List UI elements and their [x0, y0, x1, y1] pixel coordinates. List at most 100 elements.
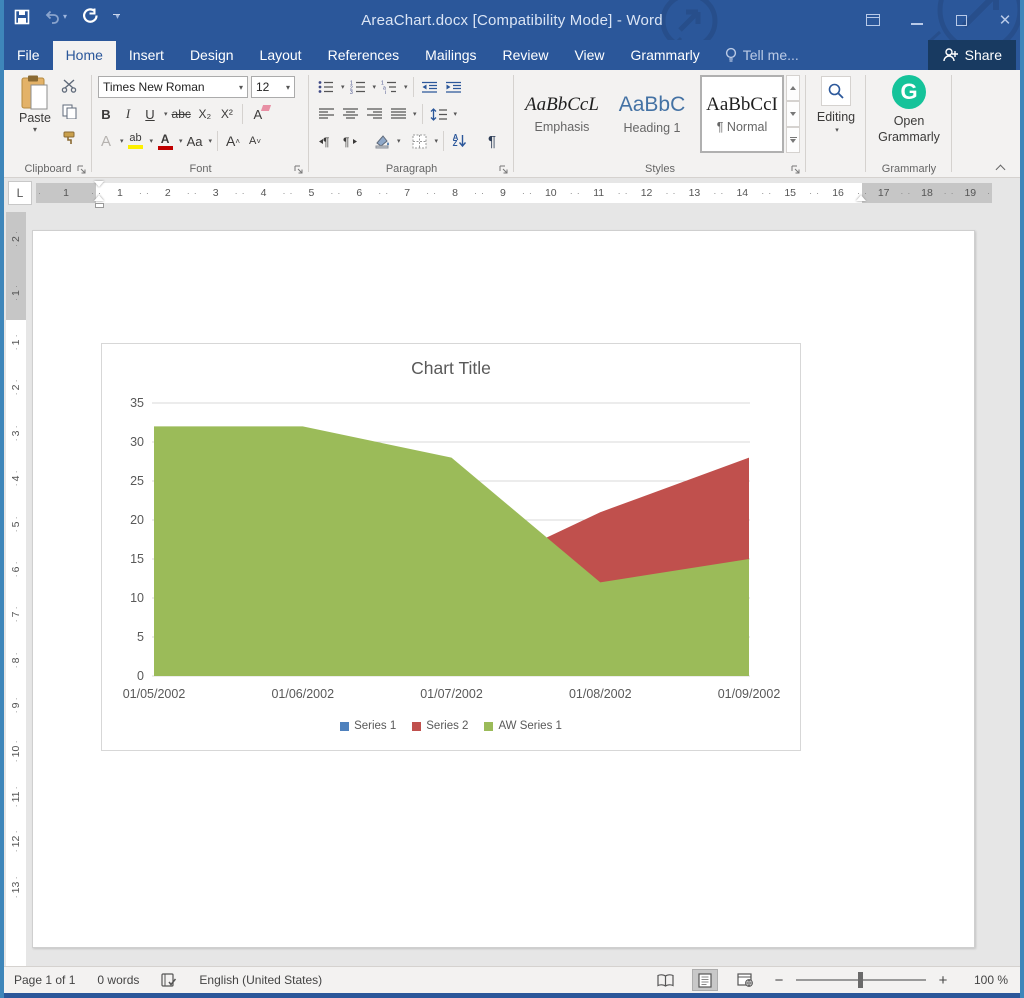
zoom-out-button[interactable]: −: [772, 972, 786, 989]
left-indent-marker[interactable]: [95, 203, 104, 208]
tab-insert[interactable]: Insert: [116, 41, 177, 70]
zoom-level[interactable]: 100 %: [964, 973, 1008, 987]
chart-object[interactable]: Chart Title 0510152025303501/05/200201/0…: [101, 343, 801, 751]
text-effects-button[interactable]: A: [96, 130, 116, 152]
legend-item[interactable]: Series 1: [340, 720, 396, 732]
right-indent-marker[interactable]: [856, 195, 866, 201]
tab-home[interactable]: Home: [53, 41, 116, 70]
read-mode-button[interactable]: [652, 969, 678, 991]
underline-caret-icon[interactable]: ▾: [164, 110, 168, 118]
strikethrough-button[interactable]: abc: [170, 103, 193, 125]
tab-references[interactable]: References: [315, 41, 413, 70]
share-button[interactable]: Share: [928, 40, 1016, 70]
page-indicator[interactable]: Page 1 of 1: [14, 973, 75, 987]
tab-view[interactable]: View: [561, 41, 617, 70]
line-spacing-button[interactable]: [428, 103, 450, 125]
document-page[interactable]: Chart Title 0510152025303501/05/200201/0…: [32, 230, 975, 948]
bullet-list-caret-icon[interactable]: ▾: [341, 83, 345, 91]
underline-button[interactable]: U: [140, 103, 160, 125]
borders-caret-icon[interactable]: ▾: [435, 137, 439, 145]
tab-layout[interactable]: Layout: [247, 41, 315, 70]
bullet-list-button[interactable]: [315, 76, 337, 98]
highlight-button[interactable]: ab: [126, 130, 146, 152]
paste-button[interactable]: Paste ▾: [12, 75, 58, 161]
tab-file[interactable]: File: [4, 41, 53, 70]
styles-scroll-down-icon[interactable]: [786, 101, 800, 127]
text-effects-caret-icon[interactable]: ▾: [120, 137, 124, 145]
tell-me-box[interactable]: Tell me...: [713, 41, 811, 70]
bold-button[interactable]: B: [96, 103, 116, 125]
left-to-right-button[interactable]: ¶: [315, 130, 337, 152]
subscript-button[interactable]: X₂: [195, 103, 215, 125]
tab-grammarly[interactable]: Grammarly: [618, 41, 713, 70]
shading-caret-icon[interactable]: ▾: [397, 137, 401, 145]
borders-button[interactable]: [409, 130, 431, 152]
vertical-ruler[interactable]: ·2··1· ·1··2··3··4··5··6··7··8··9··10··1…: [6, 212, 26, 966]
font-color-button[interactable]: A: [155, 130, 175, 152]
tab-selector[interactable]: L: [8, 181, 32, 205]
decrease-indent-button[interactable]: [419, 76, 441, 98]
clear-formatting-button[interactable]: A: [248, 103, 268, 125]
right-to-left-button[interactable]: ¶: [339, 130, 361, 152]
shading-button[interactable]: [371, 130, 393, 152]
multilevel-list-caret-icon[interactable]: ▾: [404, 83, 408, 91]
cut-button[interactable]: [60, 78, 78, 94]
clipboard-dialog-launcher-icon[interactable]: [77, 165, 86, 174]
numbered-list-caret-icon[interactable]: ▾: [373, 83, 377, 91]
multilevel-list-button[interactable]: 1ai: [378, 76, 400, 98]
font-size-combo[interactable]: 12 ▾: [251, 76, 295, 98]
maximize-icon[interactable]: [952, 11, 970, 29]
show-hide-formatting-button[interactable]: ¶: [481, 130, 503, 152]
styles-more-icon[interactable]: [786, 127, 800, 153]
copy-button[interactable]: [60, 103, 78, 120]
paragraph-dialog-launcher-icon[interactable]: [499, 165, 508, 174]
horizontal-ruler[interactable]: ·1· ·1··2··3··4··5··6··7··8··9··10··11··…: [36, 183, 992, 203]
open-grammarly-button[interactable]: G Open Grammarly: [874, 75, 944, 146]
hanging-indent-marker[interactable]: [94, 195, 104, 201]
align-left-button[interactable]: [315, 103, 337, 125]
style-normal[interactable]: AaBbCcI ¶ Normal: [700, 75, 784, 153]
shrink-font-button[interactable]: A˅: [245, 130, 265, 152]
font-name-combo[interactable]: Times New Roman ▾: [98, 76, 248, 98]
increase-indent-button[interactable]: [443, 76, 465, 98]
styles-dialog-launcher-icon[interactable]: [791, 165, 800, 174]
zoom-slider-thumb[interactable]: [858, 972, 863, 988]
style-heading1[interactable]: AaBbC Heading 1: [610, 75, 694, 153]
format-painter-button[interactable]: [60, 129, 78, 146]
legend-item[interactable]: AW Series 1: [484, 720, 561, 732]
highlight-caret-icon[interactable]: ▾: [150, 137, 154, 145]
italic-button[interactable]: I: [118, 103, 138, 125]
legend-item[interactable]: Series 2: [412, 720, 468, 732]
minimize-icon[interactable]: [908, 11, 926, 29]
tab-review[interactable]: Review: [490, 41, 562, 70]
collapse-ribbon-icon[interactable]: [996, 163, 1006, 173]
zoom-slider[interactable]: [796, 979, 926, 981]
tab-design[interactable]: Design: [177, 41, 247, 70]
web-layout-button[interactable]: [732, 969, 758, 991]
style-emphasis[interactable]: AaBbCcL Emphasis: [520, 75, 604, 153]
superscript-button[interactable]: X²: [217, 103, 237, 125]
zoom-in-button[interactable]: +: [936, 972, 950, 989]
align-right-button[interactable]: [363, 103, 385, 125]
tab-mailings[interactable]: Mailings: [412, 41, 489, 70]
word-count[interactable]: 0 words: [97, 973, 139, 987]
numbered-list-button[interactable]: 123: [347, 76, 369, 98]
ribbon-display-options-icon[interactable]: [864, 11, 882, 29]
proofing-status-icon[interactable]: [161, 973, 177, 988]
editing-button[interactable]: Editing ▾: [815, 76, 857, 134]
first-line-indent-marker[interactable]: [94, 181, 104, 187]
sort-button[interactable]: AZ: [449, 130, 471, 152]
styles-scroll-up-icon[interactable]: [786, 75, 800, 101]
font-dialog-launcher-icon[interactable]: [294, 165, 303, 174]
grow-font-button[interactable]: A˄: [223, 130, 243, 152]
justify-caret-icon[interactable]: ▾: [413, 110, 417, 118]
change-case-button[interactable]: Aa: [185, 130, 205, 152]
print-layout-button[interactable]: [692, 969, 718, 991]
font-color-caret-icon[interactable]: ▾: [179, 137, 183, 145]
line-spacing-caret-icon[interactable]: ▾: [454, 110, 458, 118]
align-center-button[interactable]: [339, 103, 361, 125]
justify-button[interactable]: [387, 103, 409, 125]
language-indicator[interactable]: English (United States): [199, 973, 322, 987]
close-icon[interactable]: ✕: [996, 11, 1014, 29]
change-case-caret-icon[interactable]: ▾: [209, 137, 213, 145]
